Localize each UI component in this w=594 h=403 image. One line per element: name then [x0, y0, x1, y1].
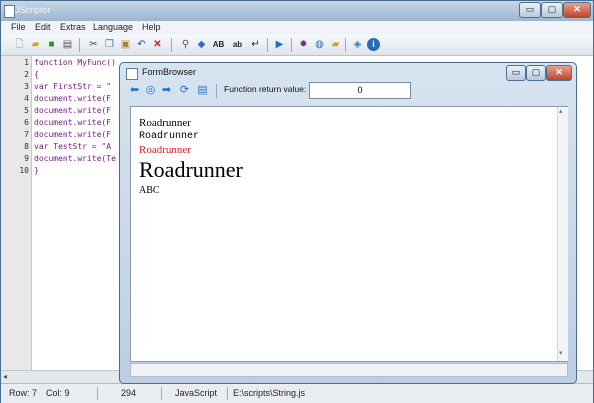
code-line: document.write(F: [34, 94, 112, 103]
status-char-count: 294: [121, 388, 137, 398]
forward-icon[interactable]: ➡: [160, 84, 173, 97]
output-line-small: ABC: [139, 185, 160, 196]
line-number: 8: [24, 142, 29, 151]
code-line: var FirstStr = ": [34, 82, 112, 91]
code-line: document.write(F: [34, 130, 112, 139]
find-icon[interactable]: ⚲: [179, 38, 192, 51]
function-return-field[interactable]: [309, 82, 411, 99]
line-number: 2: [24, 70, 29, 79]
delete-icon[interactable]: ✕: [151, 38, 164, 51]
form-browser-title: FormBrowser: [142, 67, 197, 77]
code-line: }: [34, 166, 39, 175]
status-row: Row: 7: [9, 388, 38, 398]
code-line: document.write(F: [34, 118, 112, 127]
run-icon[interactable]: ▶: [273, 38, 286, 51]
fb-close-button[interactable]: ✕: [546, 65, 572, 81]
output-line: Roadrunner: [139, 117, 191, 129]
refresh-icon[interactable]: ⟳: [178, 84, 191, 97]
paste-icon[interactable]: ▣: [119, 38, 132, 51]
form-browser-icon: [126, 68, 138, 80]
debug-icon[interactable]: ✹: [297, 38, 310, 51]
output-line-red: Roadrunner: [139, 144, 191, 156]
output-line: Roadrunner: [139, 131, 200, 142]
output-line-large: Roadrunner: [139, 157, 243, 182]
scroll-down-icon[interactable]: ▾: [559, 349, 563, 357]
status-col: Col: 9: [46, 388, 70, 398]
scroll-left-icon[interactable]: ◂: [3, 372, 7, 381]
menu-language[interactable]: Language: [93, 22, 133, 32]
find-next-icon[interactable]: ◆: [195, 38, 208, 51]
code-line: function MyFunc(): [34, 58, 116, 67]
menu-help[interactable]: Help: [142, 22, 161, 32]
vertical-scrollbar[interactable]: ▴ ▾: [557, 107, 568, 361]
main-toolbar: 🗋 ▰ ■ ▤ ✂ ❐ ▣ ↶ ✕ ⚲ ◆ AB ab ↵ ▶ ✹ ◍ ▰ ◈ …: [1, 35, 593, 56]
cut-icon[interactable]: ✂: [87, 38, 100, 51]
lowercase-icon[interactable]: ab: [231, 38, 244, 51]
code-line: document.write(F: [34, 106, 112, 115]
line-number: 10: [19, 166, 29, 175]
fb-minimize-button[interactable]: ▭: [506, 65, 526, 81]
code-line: var TestStr = "A: [34, 142, 112, 151]
options-icon[interactable]: ◈: [351, 38, 364, 51]
undo-icon[interactable]: ↶: [135, 38, 148, 51]
line-number: 4: [24, 94, 29, 103]
line-number: 7: [24, 130, 29, 139]
form-browser-toolbar: ⬅ ◎ ➡ ⟳ ▤ Function return value:: [124, 81, 572, 101]
code-line: {: [34, 70, 39, 79]
form-icon[interactable]: ▰: [329, 38, 342, 51]
maximize-button[interactable]: ▢: [541, 2, 563, 18]
status-file-path: E:\scripts\String.js: [233, 388, 306, 398]
line-number: 6: [24, 118, 29, 127]
menu-bar: File Edit Extras Language Help: [1, 21, 593, 36]
line-break-icon[interactable]: ↵: [249, 38, 262, 51]
new-file-icon[interactable]: 🗋: [13, 38, 26, 51]
line-number: 9: [24, 154, 29, 163]
form-browser-statusbar: [130, 363, 568, 377]
line-number: 3: [24, 82, 29, 91]
title-bar: JScriptor ▭ ▢ ✕: [1, 1, 593, 21]
line-number: 1: [24, 58, 29, 67]
browser-icon[interactable]: ◍: [313, 38, 326, 51]
copy-icon[interactable]: ❐: [103, 38, 116, 51]
page-icon[interactable]: ▤: [196, 84, 209, 97]
menu-file[interactable]: File: [11, 22, 26, 32]
back-icon[interactable]: ⬅: [128, 84, 141, 97]
code-line: document.write(Te: [34, 154, 116, 163]
line-number: 5: [24, 106, 29, 115]
minimize-button[interactable]: ▭: [519, 2, 541, 18]
menu-extras[interactable]: Extras: [60, 22, 86, 32]
form-browser-window: FormBrowser ▭ ▢ ✕ ⬅ ◎ ➡ ⟳ ▤ Function ret…: [119, 62, 577, 384]
status-language: JavaScript: [175, 388, 218, 398]
stop-icon[interactable]: ◎: [144, 84, 157, 97]
uppercase-icon[interactable]: AB: [212, 38, 225, 51]
info-icon[interactable]: i: [367, 38, 380, 51]
scroll-up-icon[interactable]: ▴: [559, 107, 563, 115]
window-title: JScriptor: [15, 5, 51, 15]
save-icon[interactable]: ■: [45, 38, 58, 51]
open-folder-icon[interactable]: ▰: [29, 38, 42, 51]
function-return-label: Function return value:: [224, 84, 307, 94]
status-bar: Row: 7 Col: 9 294 JavaScript E:\scripts\…: [1, 383, 593, 403]
fb-maximize-button[interactable]: ▢: [526, 65, 546, 81]
main-window: JScriptor ▭ ▢ ✕ File Edit Extras Languag…: [0, 0, 594, 403]
form-browser-content: Roadrunner Roadrunner Roadrunner Roadrun…: [130, 106, 568, 362]
close-button[interactable]: ✕: [563, 2, 591, 18]
print-icon[interactable]: ▤: [61, 38, 74, 51]
app-icon: [4, 5, 15, 18]
menu-edit[interactable]: Edit: [35, 22, 51, 32]
line-number-gutter: 1 2 3 4 5 6 7 8 9 10: [1, 56, 32, 371]
